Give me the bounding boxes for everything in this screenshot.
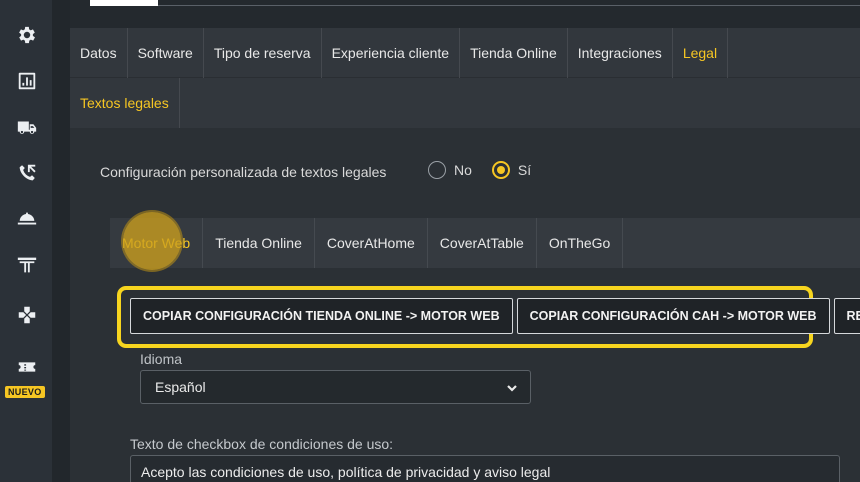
torii-icon[interactable]	[14, 252, 40, 278]
phone-icon[interactable]	[14, 160, 40, 186]
custom-config-label: Configuración personalizada de textos le…	[100, 164, 387, 180]
tab-tienda-online[interactable]: Tienda Online	[460, 27, 568, 78]
tab-datos[interactable]: Datos	[70, 27, 128, 78]
sidebar-gutter	[52, 0, 70, 482]
checkbox-text-input[interactable]: Acepto las condiciones de uso, política …	[130, 455, 840, 482]
top-bar	[70, 0, 860, 28]
top-divider	[158, 5, 860, 6]
tab-experiencia-cliente[interactable]: Experiencia cliente	[322, 27, 461, 78]
tab-textos-legales[interactable]: Textos legales	[70, 78, 180, 128]
radio-no[interactable]	[428, 161, 446, 179]
copy-tienda-online-button[interactable]: COPIAR CONFIGURACIÓN TIENDA ONLINE -> MO…	[130, 298, 513, 334]
tab-legal[interactable]: Legal	[673, 27, 729, 78]
tab-tipo-de-reserva[interactable]: Tipo de reserva	[204, 27, 322, 78]
new-badge: NUEVO	[5, 386, 45, 398]
language-value: Español	[155, 379, 206, 395]
gamepad-icon[interactable]	[14, 302, 40, 328]
custom-config-radio-group: No Sí	[428, 161, 543, 179]
main-content: Datos Software Tipo de reserva Experienc…	[70, 27, 860, 482]
tab-channel-tienda-online[interactable]: Tienda Online	[203, 218, 315, 268]
copy-buttons-row: COPIAR CONFIGURACIÓN TIENDA ONLINE -> MO…	[130, 298, 860, 334]
sidebar: NUEVO	[0, 0, 52, 482]
ticket-icon[interactable]	[14, 354, 40, 380]
cloche-icon[interactable]	[14, 206, 40, 232]
legal-subnav: Textos legales	[70, 78, 180, 128]
language-label: Idioma	[140, 351, 183, 367]
top-tab-indicator	[90, 0, 158, 6]
radio-si-label: Sí	[517, 162, 532, 178]
tab-software[interactable]: Software	[128, 27, 204, 78]
language-select[interactable]: Español	[140, 370, 531, 404]
radio-si[interactable]	[491, 161, 510, 179]
section-tabs: Datos Software Tipo de reserva Experienc…	[70, 27, 860, 78]
tab-coverathome[interactable]: CoverAtHome	[315, 218, 428, 268]
chevron-down-icon	[506, 381, 518, 393]
truck-icon[interactable]	[14, 114, 40, 140]
checkbox-text-label: Texto de checkbox de condiciones de uso:	[130, 436, 394, 452]
gear-icon[interactable]	[14, 22, 40, 48]
chart-icon[interactable]	[14, 68, 40, 94]
copy-restaurant-button[interactable]: RESTAU	[833, 298, 860, 334]
copy-cah-button[interactable]: COPIAR CONFIGURACIÓN CAH -> MOTOR WEB	[516, 298, 830, 334]
tab-motor-web[interactable]: Motor Web	[110, 218, 204, 268]
tab-coverattable[interactable]: CoverAtTable	[428, 218, 537, 268]
radio-no-label: No	[454, 162, 472, 178]
legal-texts-panel: Configuración personalizada de textos le…	[70, 128, 860, 482]
channel-tabs: Motor Web Tienda Online CoverAtHome Cove…	[110, 218, 860, 268]
tab-integraciones[interactable]: Integraciones	[568, 27, 673, 78]
tab-onthego[interactable]: OnTheGo	[537, 218, 624, 268]
